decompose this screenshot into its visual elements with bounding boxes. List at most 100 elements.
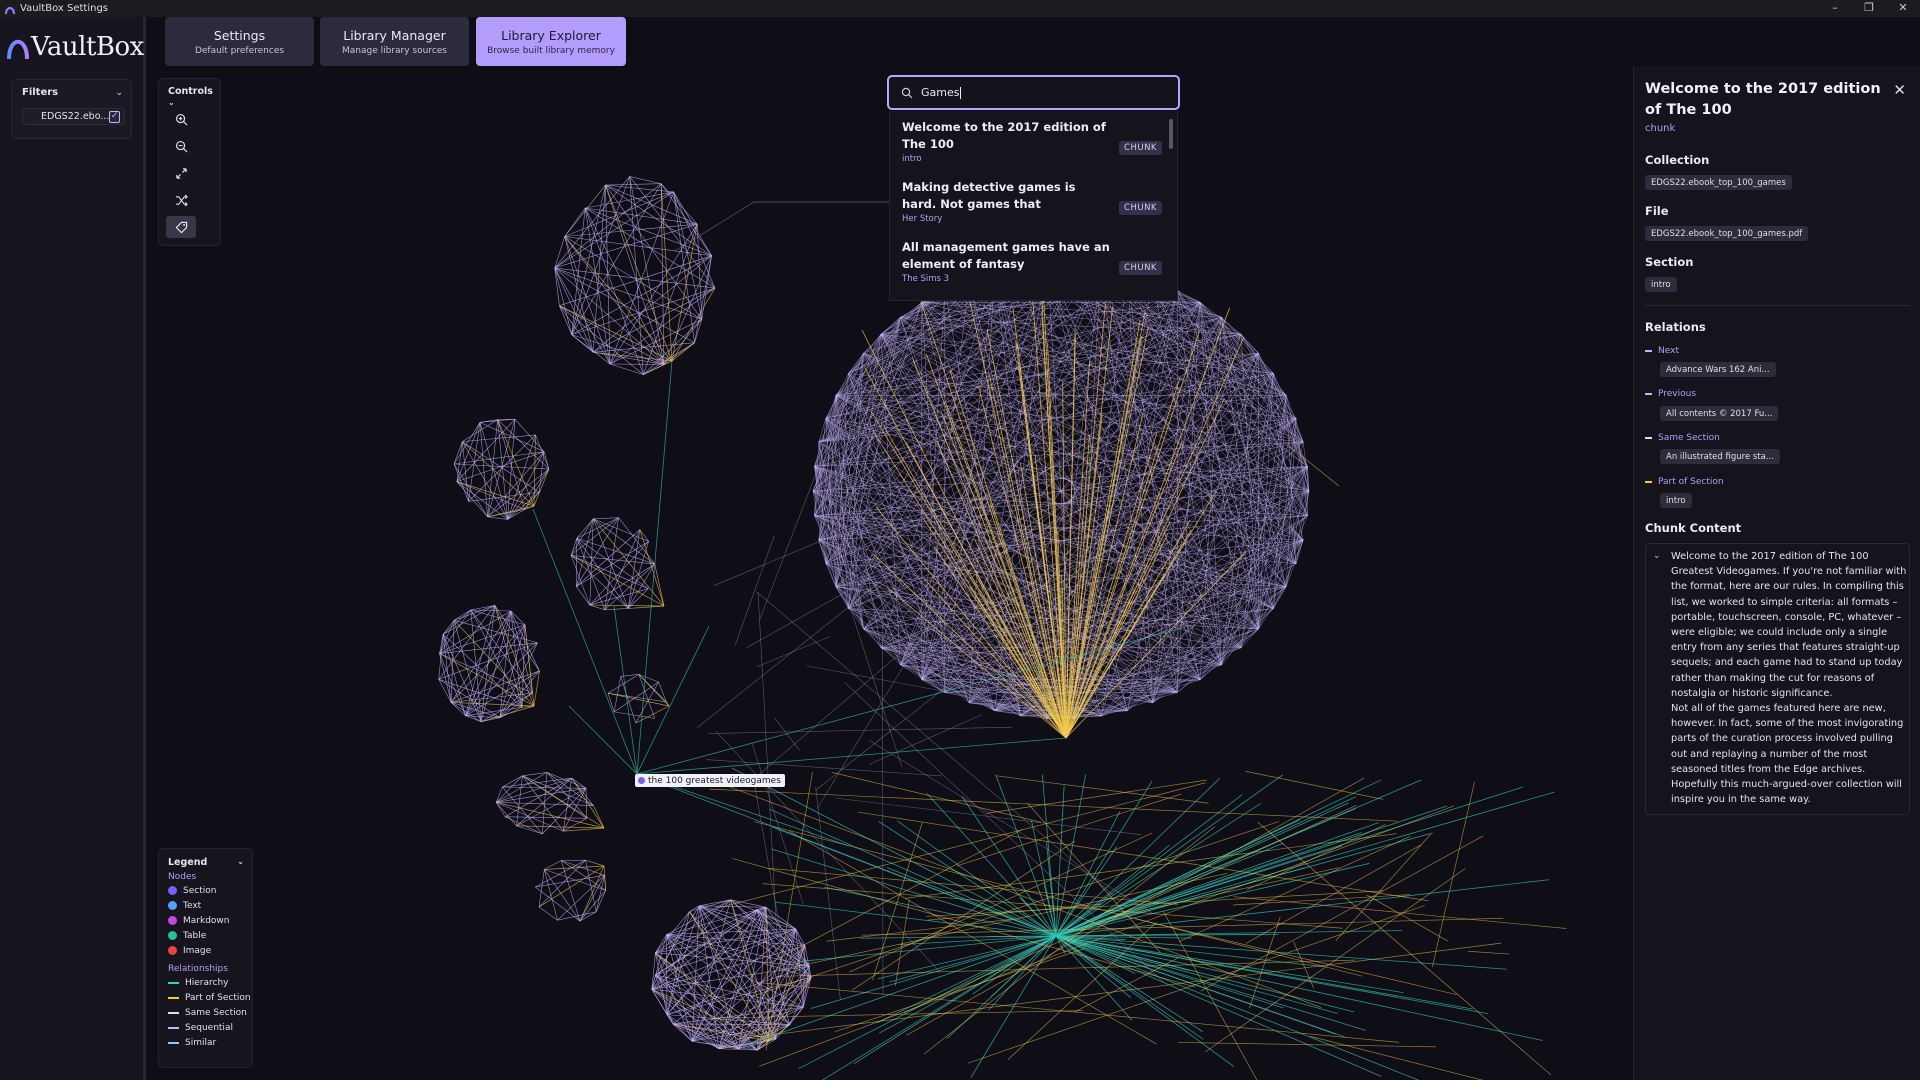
search-box[interactable]: Games — [887, 75, 1180, 110]
result-type-badge: CHUNK — [1119, 261, 1162, 275]
graph-edge — [815, 787, 841, 1001]
scrollbar-thumb[interactable] — [1169, 119, 1173, 149]
graph-edge — [544, 860, 562, 870]
relations-label: Relations — [1645, 320, 1706, 334]
chevron-down-icon[interactable]: ⌄ — [168, 98, 175, 107]
graph-edge — [571, 777, 605, 829]
graph-edge — [651, 965, 810, 990]
search-input[interactable]: Games — [921, 86, 959, 99]
relation-chip-next[interactable]: Advance Wars 162 Ani... — [1660, 362, 1776, 377]
graph-edge — [516, 775, 523, 826]
graph-edge — [642, 224, 698, 375]
graph-edge — [904, 833, 1397, 899]
graph-edge — [660, 183, 712, 256]
graph-edge — [576, 586, 591, 606]
legend-nodes-heading: Nodes — [168, 872, 197, 882]
legend-title: Legend — [168, 857, 208, 868]
window-titlebar: VaultBox Settings – ❐ ✕ — [0, 0, 1920, 17]
legend-rel-part-of-section: Part of Section — [159, 990, 252, 1005]
section-chip[interactable]: intro — [1645, 277, 1677, 292]
legend-line-icon — [168, 996, 179, 999]
search-results-dropdown: Welcome to the 2017 edition of The 100 i… — [889, 111, 1178, 301]
toggle-labels-button[interactable] — [166, 216, 196, 238]
vaultbox-logo-icon — [7, 39, 29, 60]
filter-checkbox[interactable]: ✓ — [109, 110, 120, 123]
chunk-content-box: ⌄ Welcome to the 2017 edition of The 100… — [1645, 543, 1910, 815]
graph-edge — [614, 711, 655, 719]
graph-edge — [709, 788, 1398, 822]
graph-edge — [857, 811, 1429, 902]
graph-edge — [996, 775, 1209, 804]
legend-label: Hierarchy — [185, 977, 229, 988]
graph-edge — [1240, 334, 1308, 467]
relation-chip-same-section[interactable]: An illustrated figure sta... — [1660, 449, 1780, 464]
tab-settings[interactable]: Settings Default preferences — [165, 17, 314, 66]
fit-view-button[interactable] — [166, 162, 196, 184]
legend-dot-icon — [168, 931, 177, 940]
search-result-item[interactable]: All management games have an element of … — [902, 239, 1162, 284]
close-icon[interactable]: ✕ — [1893, 81, 1906, 99]
legend-label: Part of Section — [185, 992, 251, 1003]
graph-edge — [708, 726, 1013, 734]
result-section: Her Story — [902, 214, 943, 224]
graph-edge — [1467, 950, 1510, 955]
graph-edge — [638, 674, 659, 683]
graph-edge — [672, 1023, 770, 1042]
graph-node-label[interactable]: the 100 greatest videogames — [635, 774, 785, 787]
relation-chip-previous[interactable]: All contents © 2017 Fu... — [1660, 406, 1779, 421]
graph-edge — [848, 302, 922, 374]
file-chip[interactable]: EDGS22.ebook_top_100_games.pdf — [1645, 226, 1809, 241]
legend-label: Similar — [185, 1037, 217, 1048]
chevron-down-icon[interactable]: ⌄ — [1653, 551, 1661, 561]
graph-edge — [718, 945, 806, 1049]
graph-edge — [655, 974, 720, 1049]
filter-item-edgs22[interactable]: EDGS22.ebo... ✓ — [22, 108, 125, 125]
graph-edge — [759, 805, 1455, 1067]
graph-edge — [1055, 802, 1349, 937]
controls-title[interactable]: Controls — [168, 86, 213, 97]
graph-edge — [496, 801, 605, 829]
graph-edge — [734, 535, 775, 646]
relation-next: Next — [1645, 346, 1679, 356]
app-logo: VaultBox — [6, 29, 144, 65]
graph-edge — [516, 825, 605, 829]
text-caret — [960, 86, 962, 99]
filters-title: Filters — [22, 87, 59, 98]
zoom-in-button[interactable] — [166, 108, 196, 130]
zoom-out-button[interactable] — [166, 135, 196, 157]
minimize-icon[interactable]: – — [1818, 0, 1852, 17]
shuffle-layout-button[interactable] — [166, 189, 196, 211]
result-section: intro — [902, 154, 922, 164]
legend-label: Table — [183, 930, 207, 941]
graph-edge — [592, 518, 629, 609]
graph-edge — [831, 772, 1042, 823]
graph-edge — [814, 515, 1201, 680]
tab-sublabel: Default preferences — [194, 45, 285, 56]
legend-node-section: Section — [159, 883, 252, 898]
graph-edge — [862, 917, 1504, 936]
chevron-down-icon[interactable]: ⌄ — [115, 88, 123, 98]
search-result-item[interactable]: Making detective games is hard. Not game… — [902, 179, 1162, 224]
relation-same-section: Same Section — [1645, 433, 1720, 443]
relation-chip-part-of-section[interactable]: intro — [1660, 493, 1692, 508]
graph-edge — [1285, 395, 1304, 443]
legend-rel-same-section: Same Section — [159, 1005, 252, 1020]
chevron-down-icon[interactable]: ⌄ — [237, 857, 244, 868]
close-window-icon[interactable]: ✕ — [1886, 0, 1920, 17]
graph-edge — [609, 287, 716, 365]
search-result-item[interactable]: Welcome to the 2017 edition of The 100 i… — [902, 119, 1162, 164]
graph-edge — [1055, 774, 1283, 937]
maximize-icon[interactable]: ❐ — [1852, 0, 1886, 17]
section-label: Section — [1645, 255, 1694, 269]
tab-library-explorer[interactable]: Library Explorer Browse built library me… — [476, 17, 626, 66]
legend-line-icon — [168, 1041, 179, 1044]
graph-edge — [1200, 628, 1259, 680]
graph-edge — [814, 466, 1308, 516]
collection-chip[interactable]: EDGS22.ebook_top_100_games — [1645, 175, 1792, 190]
graph-edge — [1152, 279, 1304, 443]
graph-edge — [876, 935, 1057, 1024]
tab-library-manager[interactable]: Library Manager Manage library sources — [320, 17, 469, 66]
legend-dot-icon — [168, 901, 177, 910]
graph-edge — [636, 737, 1067, 775]
graph-edge — [571, 255, 712, 335]
